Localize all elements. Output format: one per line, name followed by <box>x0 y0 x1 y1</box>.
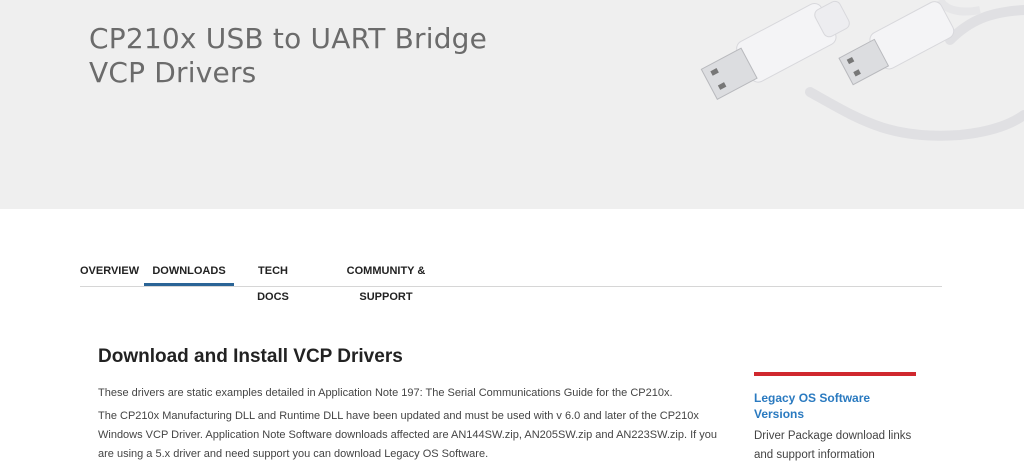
sidebar-accent-bar <box>754 372 916 376</box>
page-title-line1: CP210x USB to UART Bridge <box>89 22 488 55</box>
hero-banner: CP210x USB to UART Bridge VCP Drivers <box>0 0 1024 209</box>
section-heading: Download and Install VCP Drivers <box>98 346 403 367</box>
tab-overview[interactable]: OVERVIEW <box>80 258 139 284</box>
tab-tech-docs[interactable]: TECH DOCS <box>244 258 302 303</box>
page-title: CP210x USB to UART Bridge VCP Drivers <box>89 22 487 90</box>
tab-bar: OVERVIEW DOWNLOADS TECH DOCS COMMUNITY &… <box>80 258 942 303</box>
legacy-os-software-link[interactable]: Legacy OS Software Versions <box>754 390 894 422</box>
page-title-line2: VCP Drivers <box>89 56 257 89</box>
main-content: Download and Install VCP Drivers These d… <box>98 343 718 460</box>
dll-info-paragraph: The CP210x Manufacturing DLL and Runtime… <box>98 410 717 460</box>
tab-community-support[interactable]: COMMUNITY & SUPPORT <box>323 258 449 303</box>
tab-downloads[interactable]: DOWNLOADS <box>144 258 234 286</box>
sidebar-description: Driver Package download links and suppor… <box>754 430 912 461</box>
sidebar-card: Legacy OS Software Versions Driver Packa… <box>754 372 916 465</box>
intro-paragraph: These drivers are static examples detail… <box>98 387 673 399</box>
usb-cables-image <box>700 0 1024 141</box>
